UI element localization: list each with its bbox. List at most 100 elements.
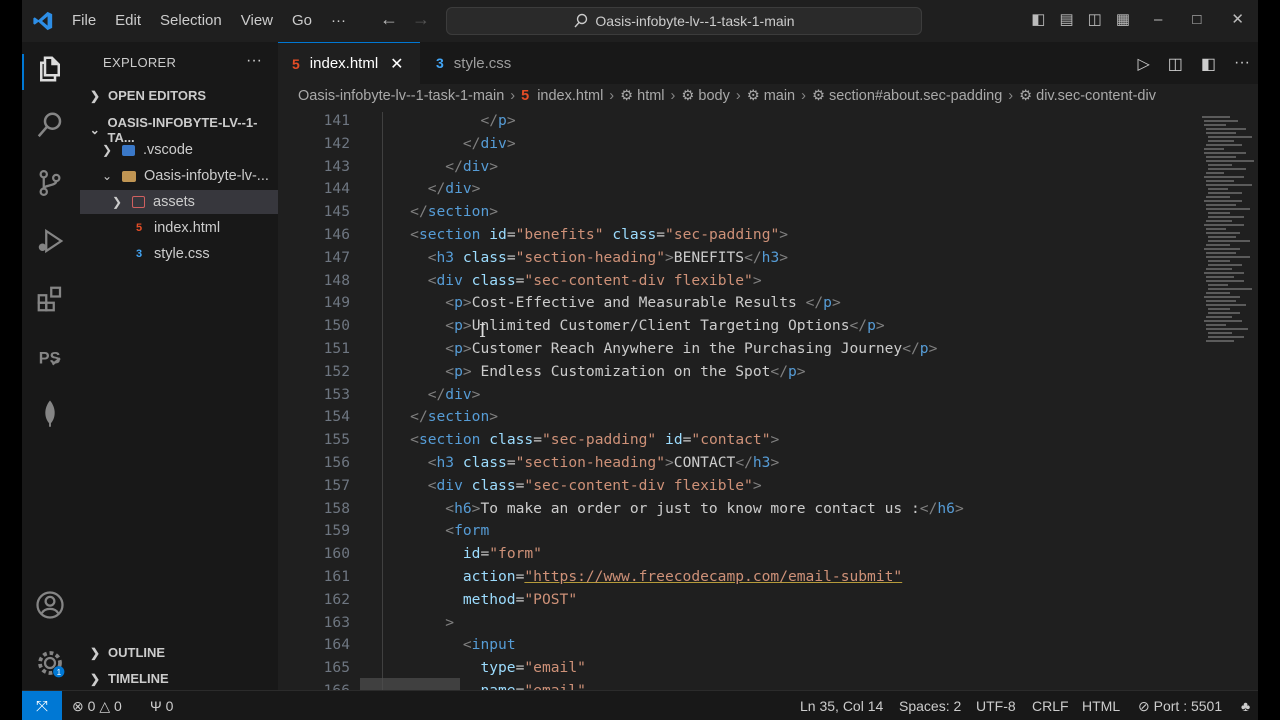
menu-go[interactable]: Go [292,12,312,29]
maximize-icon[interactable]: □ [1192,11,1201,28]
breadcrumb-main[interactable]: main [764,88,795,104]
html-file-icon: 5 [292,55,300,72]
breadcrumb-folder[interactable]: Oasis-infobyte-lv--1-task-1-main [298,88,504,104]
explorer-icon[interactable] [35,54,67,86]
extensions-icon[interactable] [35,284,67,316]
line-number: 161 [323,568,350,585]
code-text: </p> [480,112,516,129]
breadcrumb-file[interactable]: index.html [537,88,603,104]
open-preview-icon[interactable]: ◫ [1168,54,1183,74]
close-window-icon[interactable]: ✕ [1231,10,1244,28]
code-line: 151 <p>Customer Reach Anywhere in the Pu… [278,340,1208,363]
tree-item-vscode[interactable]: ❯ .vscode [80,138,298,162]
open-editors-section[interactable]: ❯ OPEN EDITORS [88,88,206,103]
menu-view[interactable]: View [241,12,273,29]
remote-indicator-icon[interactable]: ⤧ [22,691,62,720]
line-ending[interactable]: CRLF [1032,698,1069,714]
minimize-icon[interactable]: – [1154,11,1162,28]
horizontal-scrollbar[interactable] [360,678,460,690]
code-text: <p>Unlimited Customer/Client Targeting O… [445,317,885,335]
line-number: 149 [323,294,350,312]
menu-edit[interactable]: Edit [115,12,141,29]
account-icon[interactable] [35,590,67,622]
tab-index-html[interactable]: 5 index.html ✕ [278,42,420,84]
line-number: 150 [323,317,350,335]
run-debug-icon[interactable] [35,226,67,258]
code-text: <div class="sec-content-div flexible"> [427,271,762,289]
svg-text:1: 1 [57,668,62,677]
line-number: 163 [323,613,350,631]
code-line: 158 <h6>To make an order or just to know… [278,500,1208,523]
code-text: <div class="sec-content-div flexible"> [427,476,762,494]
chevron-down-icon: ⌄ [101,169,113,183]
search-icon [574,13,588,28]
code-line: 161 action="https://www.freecodecamp.com… [278,568,1208,591]
run-icon[interactable]: ▷ [1137,54,1149,74]
tree-item-assets[interactable]: ❯ assets [80,190,278,214]
ports-indicator[interactable]: Ψ 0 [150,698,173,714]
line-number: 160 [323,545,350,563]
chevron-right-icon: › [735,88,741,104]
forward-arrow-icon[interactable]: → [412,9,430,30]
explorer-sidebar: EXPLORER ··· ❯ OPEN EDITORS ⌄ OASIS-INFO… [80,42,279,690]
chevron-right-icon: ❯ [101,143,113,157]
code-text: </div> [462,134,516,152]
vscode-logo-icon [33,11,53,31]
menu-more[interactable]: ··· [331,12,346,29]
element-symbol-icon: ⚙ [681,88,695,104]
minimap[interactable] [1198,112,1258,352]
remote-explorer-icon[interactable]: PS [35,342,67,374]
toggle-sidebar-icon[interactable]: ◧ [1031,10,1045,28]
menu-selection[interactable]: Selection [160,12,222,29]
chevron-right-icon: ❯ [89,88,101,103]
menu-file[interactable]: File [72,12,96,29]
code-text: <form [445,522,490,540]
active-indicator [22,54,24,90]
error-count: 0 [87,698,96,714]
encoding[interactable]: UTF-8 [976,698,1016,714]
problems-indicator[interactable]: ⊗ 0 △ 0 [72,698,122,715]
line-number: 158 [323,499,350,517]
notifications-bell-icon[interactable]: ♣ [1241,698,1250,714]
code-text: </div> [427,385,481,403]
live-server-port[interactable]: ⊘ Port : 5501 [1138,698,1222,715]
close-tab-icon[interactable]: ✕ [390,54,403,74]
tree-item-project-folder[interactable]: ⌄ Oasis-infobyte-lv-... [80,164,298,188]
vscode-window: File Edit Selection View Go ··· ← → Oasi… [22,0,1258,720]
code-line: 146 <section id="benefits" class="sec-pa… [278,226,1208,249]
customize-layout-icon[interactable]: ▦ [1116,10,1130,28]
back-arrow-icon[interactable]: ← [380,9,398,30]
command-center-search[interactable]: Oasis-infobyte-lv--1-task-1-main [446,7,922,35]
source-control-icon[interactable] [35,168,67,200]
editor-area: 5 index.html ✕ 3 style.css ▷ ◫ ◧ ··· Oas… [278,42,1258,690]
more-actions-icon[interactable]: ··· [1234,54,1250,74]
toggle-panel-icon[interactable]: ▤ [1059,10,1073,28]
code-view[interactable]: 141 </p> 142 </div> 143 </div> 144 </div… [278,112,1208,690]
open-editors-label: OPEN EDITORS [108,88,207,103]
css-file-icon: 3 [436,55,444,71]
line-number: 154 [323,408,350,426]
line-number: 141 [323,112,350,129]
language-mode[interactable]: HTML [1082,698,1120,714]
chevron-right-icon: ❯ [89,645,101,660]
manage-gear-icon[interactable]: 1 [35,648,67,680]
more-actions-icon[interactable]: ··· [246,52,262,70]
timeline-section[interactable]: ❯ TIMELINE [88,671,169,686]
line-number: 142 [323,134,350,152]
tree-item-label: assets [153,194,195,210]
search-icon[interactable] [35,110,67,142]
breadcrumb-html[interactable]: html [637,88,664,104]
indentation[interactable]: Spaces: 2 [899,698,961,714]
line-number: 159 [323,522,350,540]
breadcrumb-section[interactable]: section#about.sec-padding [829,88,1002,104]
cursor-position[interactable]: Ln 35, Col 14 [800,698,883,714]
warning-count: 0 [113,698,122,714]
chevron-right-icon: ❯ [89,671,101,686]
mongodb-leaf-icon[interactable] [35,398,67,430]
outline-section[interactable]: ❯ OUTLINE [88,645,165,660]
breadcrumb-div[interactable]: div.sec-content-div [1036,88,1156,104]
tab-style-css[interactable]: 3 style.css [420,42,560,84]
toggle-secondary-sidebar-icon[interactable]: ◫ [1088,10,1102,28]
breadcrumb-body[interactable]: body [698,88,729,104]
split-editor-icon[interactable]: ◧ [1201,54,1216,74]
